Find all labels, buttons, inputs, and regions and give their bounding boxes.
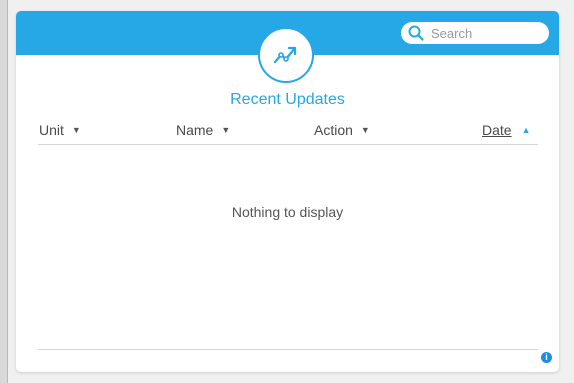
sort-down-icon: ▼ [221, 125, 231, 135]
column-header-name[interactable]: Name ▼ [176, 121, 230, 139]
search-input[interactable] [431, 25, 541, 41]
recent-updates-card: Recent Updates Unit ▼ Name ▼ Action ▼ Da… [16, 11, 559, 372]
column-header-date[interactable]: Date ▲ [482, 121, 531, 139]
sort-down-icon: ▼ [71, 125, 81, 135]
column-header-action[interactable]: Action ▼ [314, 121, 370, 139]
info-icon[interactable]: i [541, 352, 552, 363]
footer-divider [38, 349, 538, 350]
sort-down-icon: ▼ [360, 125, 370, 135]
search-box[interactable] [401, 22, 549, 44]
search-icon [408, 25, 424, 41]
window-left-edge [0, 0, 8, 383]
sort-up-icon: ▲ [521, 125, 531, 135]
trending-up-badge [258, 27, 314, 83]
panel-title: Recent Updates [230, 91, 345, 108]
empty-state-message: Nothing to display [231, 204, 344, 220]
column-header-unit[interactable]: Unit ▼ [39, 121, 81, 139]
trending-up-icon [273, 46, 297, 64]
header-divider [38, 144, 538, 145]
